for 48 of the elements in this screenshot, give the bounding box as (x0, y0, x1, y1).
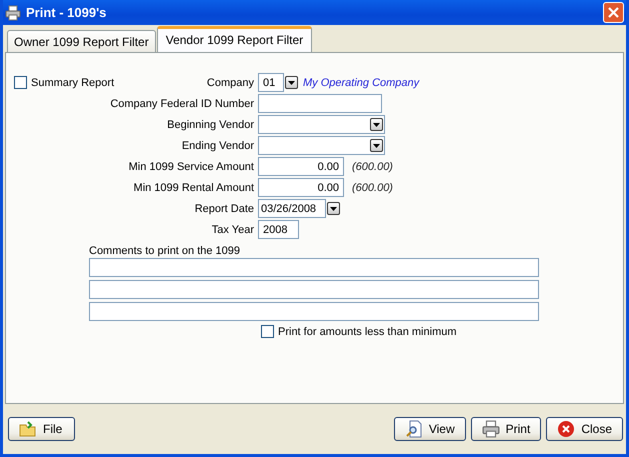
field-label: Company Federal ID Number (110, 98, 254, 110)
field-label: Ending Vendor (182, 140, 254, 152)
print-button[interactable]: Print (470, 417, 542, 441)
dropdown-button[interactable] (370, 139, 383, 152)
field-label: Min 1099 Service Amount (128, 160, 254, 172)
close-icon[interactable] (603, 2, 624, 23)
tab[interactable]: Vendor 1099 Report Filter (156, 26, 312, 53)
field-label: Tax Year (212, 224, 254, 236)
default-amount: (600.00) (352, 160, 393, 172)
printer-icon (5, 4, 21, 20)
vendor-dropdown[interactable] (258, 136, 385, 155)
company-name: My Operating Company (303, 76, 420, 88)
comment-field[interactable] (89, 280, 539, 299)
date-dropdown-button[interactable] (327, 202, 340, 215)
field-label: Report Date (194, 202, 254, 214)
default-amount: (600.00) (352, 182, 393, 194)
checkbox-label: Summary Report (31, 76, 114, 88)
caret-icon (288, 80, 295, 84)
amount-field[interactable]: 0.00 (258, 178, 344, 197)
comment-field[interactable] (89, 258, 539, 277)
printer-icon (482, 420, 500, 438)
caret-icon (373, 144, 380, 148)
field-label: Min 1099 Rental Amount (134, 182, 254, 194)
year-field[interactable]: 2008 (258, 220, 299, 239)
date-field[interactable]: 03/26/2008 (258, 199, 326, 218)
caret-icon (330, 206, 337, 210)
close-button[interactable]: Close (546, 417, 623, 441)
vendor-dropdown[interactable] (258, 115, 385, 134)
view-button[interactable]: View (394, 417, 466, 441)
checkbox[interactable] (14, 76, 27, 89)
field-label: Beginning Vendor (167, 118, 254, 130)
comments-label: Comments to print on the 1099 (89, 245, 242, 257)
amount-field[interactable]: 0.00 (258, 157, 344, 176)
company-code-field[interactable]: 01 (258, 73, 284, 92)
checkbox[interactable] (261, 325, 274, 338)
tab[interactable]: Owner 1099 Report Filter (7, 30, 156, 52)
comment-field[interactable] (89, 302, 539, 321)
checkbox-label: Print for amounts less than minimum (278, 326, 457, 338)
document-magnifier-icon (404, 420, 423, 438)
close-icon (557, 420, 576, 438)
text-field[interactable] (258, 94, 382, 113)
dropdown-button[interactable] (370, 118, 383, 131)
window-title: Print - 1099's (26, 5, 108, 20)
field-label: Company (206, 76, 254, 88)
file-button[interactable]: File (8, 417, 75, 441)
folder-icon (19, 421, 37, 437)
caret-icon (373, 122, 380, 126)
dropdown-button[interactable] (285, 76, 298, 89)
